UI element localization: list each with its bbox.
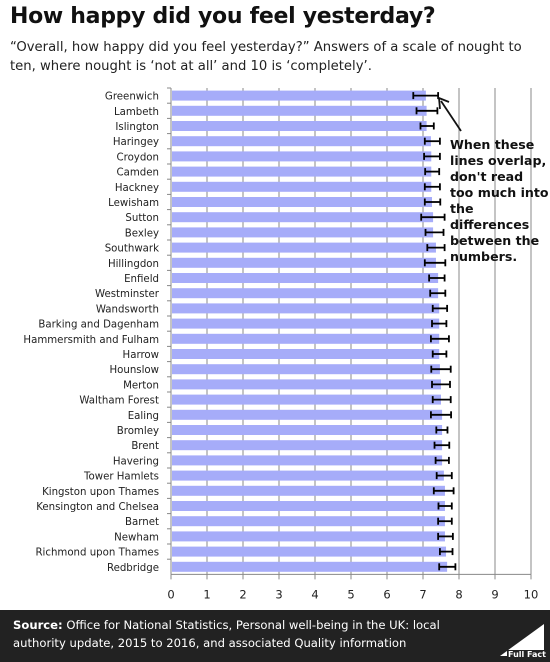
bar (172, 394, 441, 405)
source-description: Office for National Statistics, Personal… (13, 618, 440, 650)
x-tick-label: 5 (347, 587, 354, 601)
bar (172, 181, 432, 192)
chart-subtitle: “Overall, how happy did you feel yesterd… (10, 40, 522, 74)
x-tick-label: 1 (203, 587, 210, 601)
arrow-icon (437, 96, 462, 132)
category-label: Barnet (125, 517, 159, 528)
category-label: Tower Hamlets (83, 472, 159, 483)
category-label: Brent (131, 441, 159, 452)
category-label: Redbridge (107, 563, 159, 574)
footer: Source: Office for National Statistics, … (0, 610, 550, 662)
x-tick-labels: 0 1 2 3 4 5 6 7 8 9 10 (167, 587, 538, 601)
bar (172, 333, 440, 344)
bar (172, 485, 445, 496)
source-label: Source: (13, 618, 63, 632)
bar (172, 349, 440, 359)
category-label: Harrow (123, 350, 159, 361)
x-tick-label: 8 (455, 587, 462, 601)
bar (172, 288, 439, 299)
category-label: Barking and Dagenham (38, 320, 159, 331)
category-label: Bexley (125, 228, 159, 239)
bar (172, 440, 443, 451)
category-label: Haringey (113, 137, 159, 148)
category-label: Southwark (105, 244, 159, 255)
bar (172, 105, 427, 116)
bar (172, 470, 444, 481)
bar (172, 364, 440, 375)
x-tick-label: 4 (311, 587, 318, 601)
bar (172, 531, 445, 542)
category-label: Ealing (128, 411, 159, 422)
category-label: Lewisham (108, 198, 159, 209)
bar (172, 501, 445, 511)
bar (172, 379, 441, 390)
category-label: Sutton (125, 213, 159, 224)
page-title: How happy did you feel yesterday? (10, 4, 436, 29)
bar (172, 166, 432, 177)
x-tick-label: 10 (524, 587, 539, 601)
category-label: Wandsworth (96, 304, 159, 315)
bar (172, 303, 440, 314)
bar (172, 318, 440, 329)
category-label: Kingston upon Thames (42, 487, 159, 498)
category-label: Waltham Forest (79, 396, 159, 407)
bar (172, 409, 443, 420)
category-label: Greenwich (105, 92, 159, 103)
category-label: Hammersmith and Fulham (23, 335, 159, 346)
bars (172, 90, 448, 572)
x-tick-label: 2 (239, 587, 246, 601)
bar (172, 425, 443, 435)
bar (172, 273, 439, 283)
category-label: Havering (113, 456, 159, 467)
bar (172, 212, 434, 223)
bar (172, 121, 427, 131)
bar (172, 546, 447, 557)
x-tick-label: 0 (167, 587, 174, 601)
bar (172, 242, 436, 253)
bar (172, 561, 448, 572)
category-label: Islington (115, 122, 159, 133)
bar (172, 455, 443, 466)
bar (172, 257, 436, 268)
category-label: Hackney (115, 183, 159, 194)
bar (172, 90, 426, 101)
category-label: Merton (123, 380, 159, 391)
bar (172, 227, 434, 238)
category-label: Richmond upon Thames (35, 548, 159, 559)
x-tick-label: 9 (491, 587, 498, 601)
category-label: Westminster (95, 289, 160, 300)
category-label: Bromley (117, 426, 159, 437)
category-label: Hillingdon (108, 259, 159, 270)
category-label: Kensington and Chelsea (36, 502, 159, 513)
category-label: Enfield (124, 274, 159, 285)
category-labels: Greenwich Lambeth Islington Haringey Croydon… (23, 92, 159, 574)
x-tick-label: 7 (419, 587, 426, 601)
bar (172, 197, 432, 207)
category-label: Camden (117, 168, 159, 179)
x-tick-label: 3 (275, 587, 282, 601)
category-label: Newham (114, 532, 159, 543)
bar (172, 136, 431, 147)
source-text: Source: Office for National Statistics, … (13, 616, 493, 652)
bar (172, 516, 445, 527)
bar (172, 151, 432, 162)
category-label: Croydon (117, 152, 160, 163)
category-label: Lambeth (114, 107, 159, 118)
annotation-note: When these lines overlap, don't read too… (450, 137, 549, 264)
logo-text: Full Fact (507, 650, 546, 659)
category-label: Hounslow (109, 365, 159, 376)
x-tick-label: 6 (383, 587, 390, 601)
